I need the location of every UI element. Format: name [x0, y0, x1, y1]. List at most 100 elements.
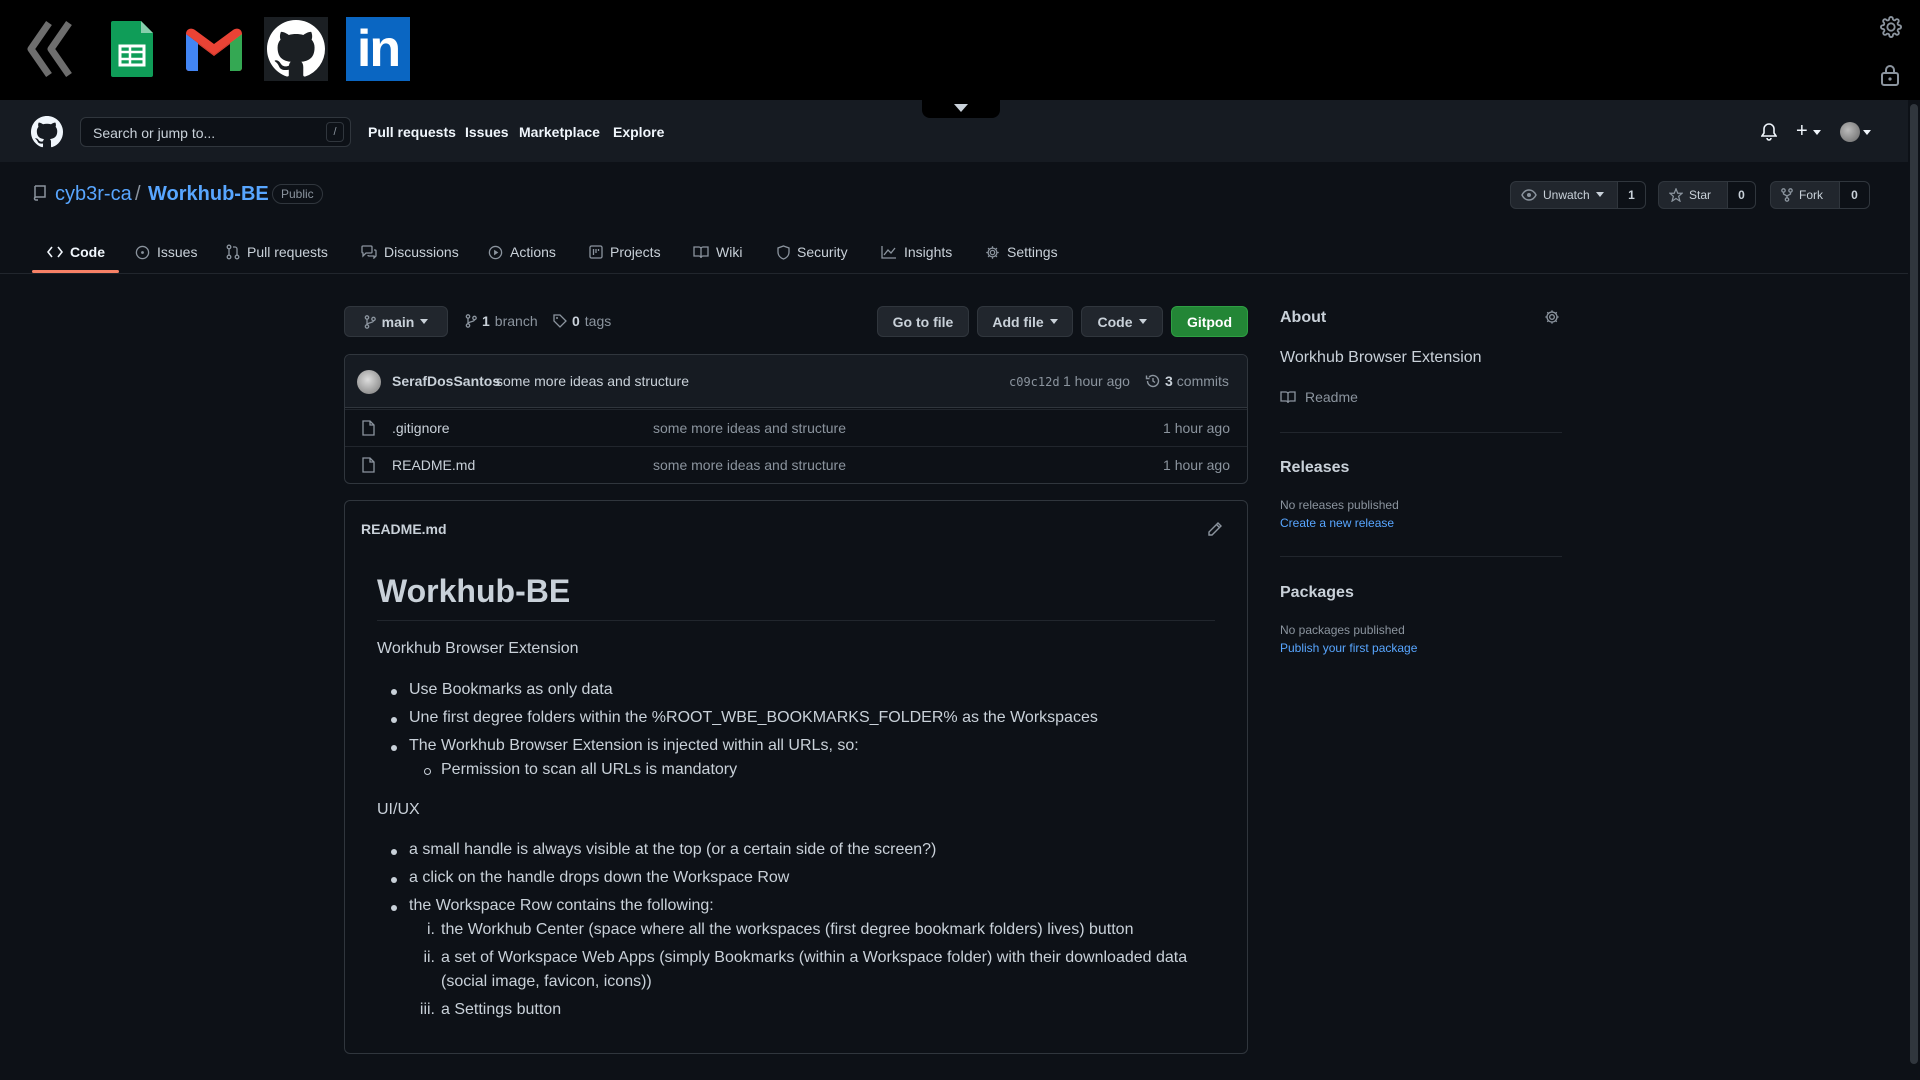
- nav-issues[interactable]: Issues: [465, 124, 509, 140]
- star-count[interactable]: 0: [1728, 181, 1756, 209]
- fork-label: Fork: [1799, 188, 1823, 202]
- no-releases-text: No releases published: [1280, 498, 1399, 512]
- nav-pull-requests[interactable]: Pull requests: [368, 124, 456, 140]
- pencil-icon[interactable]: [1207, 521, 1223, 537]
- avatar[interactable]: [357, 370, 381, 394]
- branch-name: main: [381, 313, 415, 330]
- tab-discussions[interactable]: Discussions: [361, 230, 459, 274]
- branch-label: branch: [494, 313, 538, 329]
- list-number: iii.: [419, 1001, 435, 1018]
- repo-tabs: Code Issues Pull requests Discussions Ac…: [0, 230, 1910, 274]
- watch-count[interactable]: 1: [1618, 181, 1646, 209]
- code-button[interactable]: Code: [1081, 306, 1163, 337]
- fork-count[interactable]: 0: [1840, 181, 1870, 209]
- file-icon: [362, 457, 375, 473]
- about-heading: About: [1280, 309, 1327, 326]
- readme-link[interactable]: Readme: [1280, 389, 1358, 405]
- divider: [1280, 432, 1562, 433]
- repo-icon: [33, 185, 46, 201]
- tag-label: tags: [584, 313, 612, 329]
- go-to-file-button[interactable]: Go to file: [877, 306, 969, 337]
- gear-icon[interactable]: [1544, 309, 1560, 325]
- shield-icon: [777, 244, 790, 260]
- tab-label: Wiki: [716, 244, 743, 260]
- repo-owner-link[interactable]: cyb3r-ca: [55, 183, 132, 206]
- tab-issues[interactable]: Issues: [135, 230, 197, 274]
- repo-name-link[interactable]: Workhub-BE: [148, 183, 269, 206]
- tab-settings[interactable]: Settings: [985, 230, 1058, 274]
- branch-select-button[interactable]: main: [344, 306, 448, 337]
- no-packages-text: No packages published: [1280, 623, 1405, 637]
- commits-link[interactable]: 3 commits: [1145, 373, 1229, 389]
- list-item: a set of Workspace Web Apps (simply Book…: [441, 949, 1188, 966]
- github-icon[interactable]: [264, 17, 328, 81]
- file-icon: [362, 420, 375, 436]
- pull-request-icon: [226, 244, 240, 260]
- commit-count: 3: [1165, 373, 1173, 389]
- tab-label: Code: [70, 244, 105, 260]
- caret-down-icon: [1138, 318, 1147, 324]
- double-chevron-left-icon[interactable]: [18, 17, 82, 81]
- tab-insights[interactable]: Insights: [881, 230, 952, 274]
- divider: [1280, 556, 1562, 557]
- sheets-icon[interactable]: [100, 17, 164, 81]
- unwatch-label: Unwatch: [1543, 188, 1590, 202]
- workspace-handle[interactable]: [922, 98, 1000, 118]
- caret-down-icon[interactable]: [1813, 130, 1821, 136]
- commit-author-link[interactable]: SerafDosSantos: [392, 373, 500, 389]
- file-commit-link[interactable]: some more ideas and structure: [653, 420, 846, 436]
- unwatch-button[interactable]: Unwatch: [1510, 181, 1618, 209]
- fork-button[interactable]: Fork: [1770, 181, 1840, 209]
- nav-marketplace[interactable]: Marketplace: [519, 124, 600, 140]
- tab-label: Pull requests: [247, 244, 328, 260]
- graph-icon: [881, 246, 896, 259]
- readme-panel: README.md Workhub-BE Workhub Browser Ext…: [344, 500, 1248, 1054]
- tags-link[interactable]: 0 tags: [553, 313, 611, 329]
- branches-link[interactable]: 1 branch: [465, 313, 538, 329]
- commit-count-label: commits: [1176, 373, 1229, 389]
- tab-projects[interactable]: Projects: [589, 230, 661, 274]
- commit-sha-link[interactable]: c09c12d: [1009, 375, 1060, 389]
- gear-icon[interactable]: [1880, 16, 1902, 38]
- file-commit-link[interactable]: some more ideas and structure: [653, 457, 846, 473]
- star-label: Star: [1689, 188, 1712, 202]
- gitpod-button[interactable]: Gitpod: [1171, 306, 1248, 337]
- releases-heading[interactable]: Releases: [1280, 459, 1349, 477]
- tab-label: Settings: [1007, 244, 1058, 260]
- tab-code[interactable]: Code: [47, 230, 105, 274]
- list-item: the Workhub Center (space where all the …: [441, 921, 1134, 938]
- avatar[interactable]: [1840, 122, 1860, 142]
- file-name-link[interactable]: README.md: [392, 457, 475, 473]
- packages-heading[interactable]: Packages: [1280, 584, 1354, 602]
- list-item-continuation: (social image, favicon, icons)): [441, 973, 652, 990]
- code-icon: [47, 246, 63, 258]
- latest-commit: SerafDosSantos some more ideas and struc…: [345, 355, 1247, 408]
- file-row: README.md some more ideas and structure …: [345, 446, 1247, 483]
- github-logo-icon[interactable]: [31, 116, 63, 148]
- tab-label: Actions: [510, 244, 556, 260]
- publish-package-link[interactable]: Publish your first package: [1280, 641, 1417, 655]
- file-name-link[interactable]: .gitignore: [392, 420, 450, 436]
- scrollbar-thumb[interactable]: [1910, 104, 1918, 1064]
- commit-message-link[interactable]: some more ideas and structure: [496, 373, 689, 389]
- star-button[interactable]: Star: [1658, 181, 1728, 209]
- linkedin-icon[interactable]: in: [346, 17, 410, 81]
- visibility-badge: Public: [272, 184, 323, 204]
- readme-link-label: Readme: [1305, 389, 1358, 405]
- plus-icon[interactable]: +: [1796, 121, 1808, 141]
- add-file-label: Add file: [992, 313, 1044, 330]
- add-file-button[interactable]: Add file: [977, 306, 1073, 337]
- list-item: Une first degree folders within the %ROO…: [391, 709, 1098, 726]
- search-input[interactable]: Search or jump to...: [80, 117, 351, 147]
- lock-icon[interactable]: [1880, 64, 1900, 86]
- tab-pull-requests[interactable]: Pull requests: [226, 230, 328, 274]
- tab-wiki[interactable]: Wiki: [693, 230, 742, 274]
- list-number: i.: [427, 921, 435, 938]
- create-release-link[interactable]: Create a new release: [1280, 516, 1394, 530]
- nav-explore[interactable]: Explore: [613, 124, 664, 140]
- bell-icon[interactable]: [1761, 123, 1777, 141]
- gmail-icon[interactable]: [182, 17, 246, 81]
- tab-actions[interactable]: Actions: [488, 230, 556, 274]
- caret-down-icon[interactable]: [1863, 130, 1871, 136]
- tab-security[interactable]: Security: [777, 230, 848, 274]
